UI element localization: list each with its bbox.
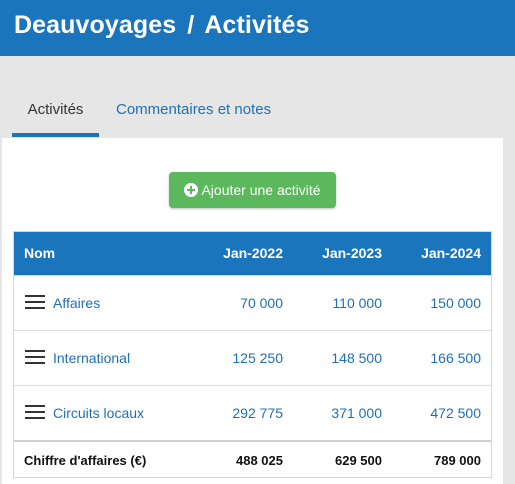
activity-link[interactable]: Circuits locaux	[53, 405, 144, 421]
table-row: Circuits locaux 292 775 371 000 472 500	[14, 385, 491, 440]
drag-handle-icon[interactable]	[25, 350, 45, 364]
total-value: 629 500	[335, 453, 382, 468]
tab-commentaires-notes[interactable]: Commentaires et notes	[116, 84, 271, 137]
table-row: International 125 250 148 500 166 500	[14, 330, 491, 385]
page-title: Activités	[204, 11, 310, 39]
value-cell[interactable]: 125 250	[232, 350, 283, 366]
add-activity-button[interactable]: Ajouter une activité	[169, 172, 336, 208]
activity-link[interactable]: Affaires	[53, 295, 100, 311]
total-value: 488 025	[236, 453, 283, 468]
site-title[interactable]: Deauvoyages	[14, 11, 176, 39]
table-row: Affaires 70 000 110 000 150 000	[14, 275, 491, 330]
breadcrumb-separator: /	[187, 11, 195, 39]
value-cell[interactable]: 150 000	[430, 295, 481, 311]
drag-handle-icon[interactable]	[25, 405, 45, 419]
column-header-nom: Nom	[24, 245, 56, 261]
table-header: Nom Jan-2022 Jan-2023 Jan-2024	[14, 232, 491, 275]
value-cell[interactable]: 166 500	[430, 350, 481, 366]
total-row: Chiffre d'affaires (€) 488 025 629 500 7…	[14, 440, 491, 477]
activities-table: Nom Jan-2022 Jan-2023 Jan-2024 Affaires …	[13, 231, 492, 478]
column-header-jan-2022: Jan-2022	[223, 245, 283, 261]
page-header: Deauvoyages / Activités	[0, 0, 515, 56]
total-label: Chiffre d'affaires (€)	[24, 453, 147, 468]
value-cell[interactable]: 110 000	[332, 295, 382, 311]
value-cell[interactable]: 292 775	[232, 405, 283, 421]
drag-handle-icon[interactable]	[25, 295, 45, 309]
tab-activites[interactable]: Activités	[12, 84, 99, 137]
tab-bar: Activités Commentaires et notes	[0, 84, 515, 138]
value-cell[interactable]: 148 500	[331, 350, 382, 366]
add-activity-label: Ajouter une activité	[201, 182, 321, 198]
value-cell[interactable]: 472 500	[430, 405, 481, 421]
total-value: 789 000	[434, 453, 481, 468]
plus-circle-icon	[184, 183, 199, 197]
value-cell[interactable]: 371 000	[331, 405, 382, 421]
column-header-jan-2023: Jan-2023	[322, 245, 382, 261]
activity-link[interactable]: International	[53, 350, 130, 366]
column-header-jan-2024: Jan-2024	[421, 245, 481, 261]
value-cell[interactable]: 70 000	[240, 295, 283, 311]
